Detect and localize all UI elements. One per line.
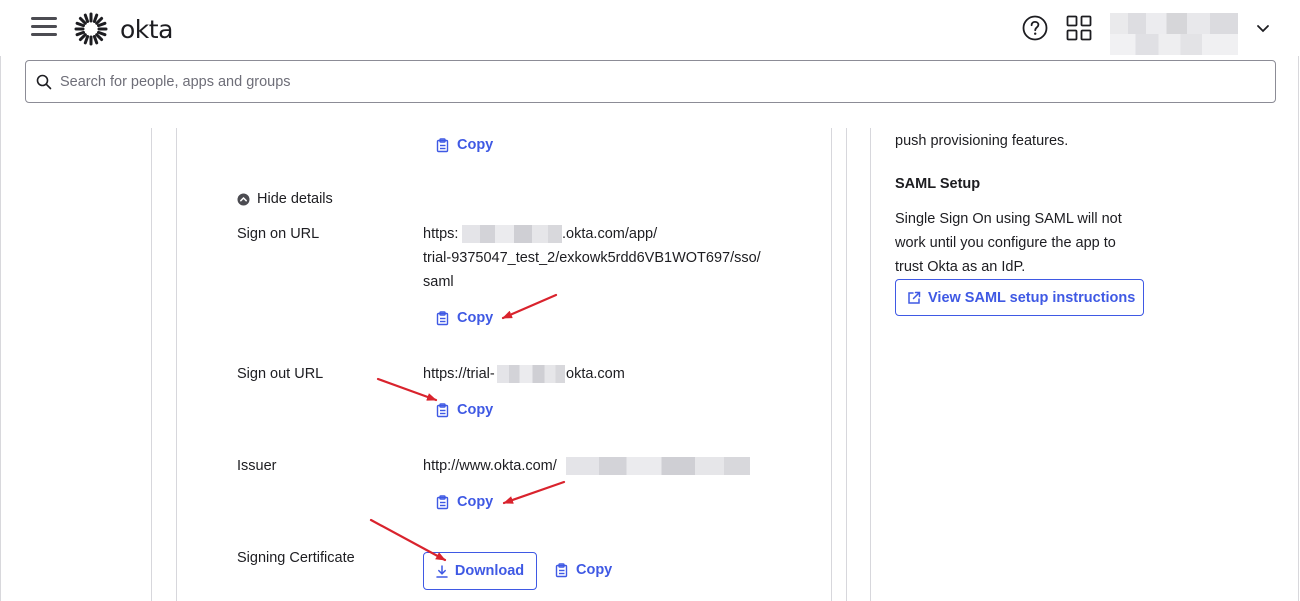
saml-description-line: work until you configure the app to	[895, 235, 1116, 251]
chevron-up-circle-icon	[237, 193, 250, 205]
copy-label: Copy	[457, 494, 494, 510]
copy-label: Copy	[457, 402, 494, 418]
copy-sign-on-url-button[interactable]: Copy	[436, 310, 493, 326]
saml-description-line: Single Sign On using SAML will not	[895, 211, 1122, 227]
issuer-label: Issuer	[237, 458, 277, 474]
sign-on-url-label: Sign on URL	[237, 226, 320, 242]
brand-name: okta	[120, 14, 173, 44]
annotation-arrow	[501, 293, 558, 320]
sign-out-url-prefix: https://trial-	[423, 366, 495, 382]
saml-description-line: trust Okta as an IdP.	[895, 259, 1026, 275]
download-label: Download	[454, 563, 525, 579]
page-border	[0, 56, 1, 601]
issuer-value-prefix: http://www.okta.com/	[423, 458, 557, 474]
chevron-down-icon[interactable]	[1256, 24, 1270, 34]
clipboard-icon	[436, 137, 449, 152]
main-panel-border	[151, 128, 152, 601]
clipboard-icon	[555, 562, 568, 577]
sign-on-url-suffix: .okta.com/app/	[562, 226, 658, 242]
okta-logo[interactable]: okta	[74, 12, 173, 46]
clipboard-icon	[436, 402, 449, 417]
sign-out-url-suffix: okta.com	[566, 366, 625, 382]
user-menu-redacted[interactable]	[1110, 13, 1238, 55]
copy-issuer-button[interactable]: Copy	[436, 494, 493, 510]
external-link-icon	[908, 291, 921, 304]
redacted-text	[497, 365, 565, 383]
hide-details-toggle[interactable]: Hide details	[237, 191, 333, 207]
copy-certificate-button[interactable]: Copy	[555, 562, 612, 578]
copy-label: Copy	[457, 137, 494, 153]
search-bar[interactable]	[25, 60, 1276, 103]
sign-on-url-line2: trial-9375047_test_2/exkowk5rdd6VB1WOT69…	[423, 250, 761, 266]
details-panel-border	[176, 128, 177, 601]
clipboard-icon	[436, 310, 449, 325]
saml-setup-heading: SAML Setup	[895, 176, 981, 192]
copy-button[interactable]: Copy	[436, 137, 493, 153]
copy-label: Copy	[576, 562, 613, 578]
search-icon	[36, 74, 52, 89]
download-icon	[436, 564, 448, 578]
okta-sunburst-icon	[74, 12, 108, 46]
sidebar-border	[870, 128, 871, 601]
search-input[interactable]	[60, 73, 1240, 90]
signing-certificate-label: Signing Certificate	[237, 550, 355, 566]
download-certificate-button[interactable]: Download	[423, 552, 537, 590]
main-panel-border	[846, 128, 847, 601]
help-icon[interactable]	[1022, 15, 1048, 41]
view-saml-setup-instructions-button[interactable]: View SAML setup instructions	[895, 279, 1144, 316]
top-bar: okta	[0, 0, 1300, 56]
sign-on-url-prefix: https:	[423, 226, 459, 242]
redacted-text	[462, 225, 562, 243]
redacted-text	[566, 457, 750, 475]
saml-button-label: View SAML setup instructions	[928, 289, 1136, 306]
clipboard-icon	[436, 494, 449, 509]
annotation-arrow	[502, 480, 566, 505]
menu-icon[interactable]	[31, 17, 57, 37]
page-border	[1298, 56, 1299, 601]
app-grid-icon[interactable]	[1066, 15, 1092, 41]
provisioning-text: push provisioning features.	[895, 133, 1069, 149]
sign-on-url-line3: saml	[423, 274, 454, 290]
hide-details-label: Hide details	[257, 191, 333, 207]
copy-sign-out-url-button[interactable]: Copy	[436, 402, 493, 418]
copy-label: Copy	[457, 310, 494, 326]
sign-out-url-label: Sign out URL	[237, 366, 324, 382]
details-panel-border	[831, 128, 832, 601]
